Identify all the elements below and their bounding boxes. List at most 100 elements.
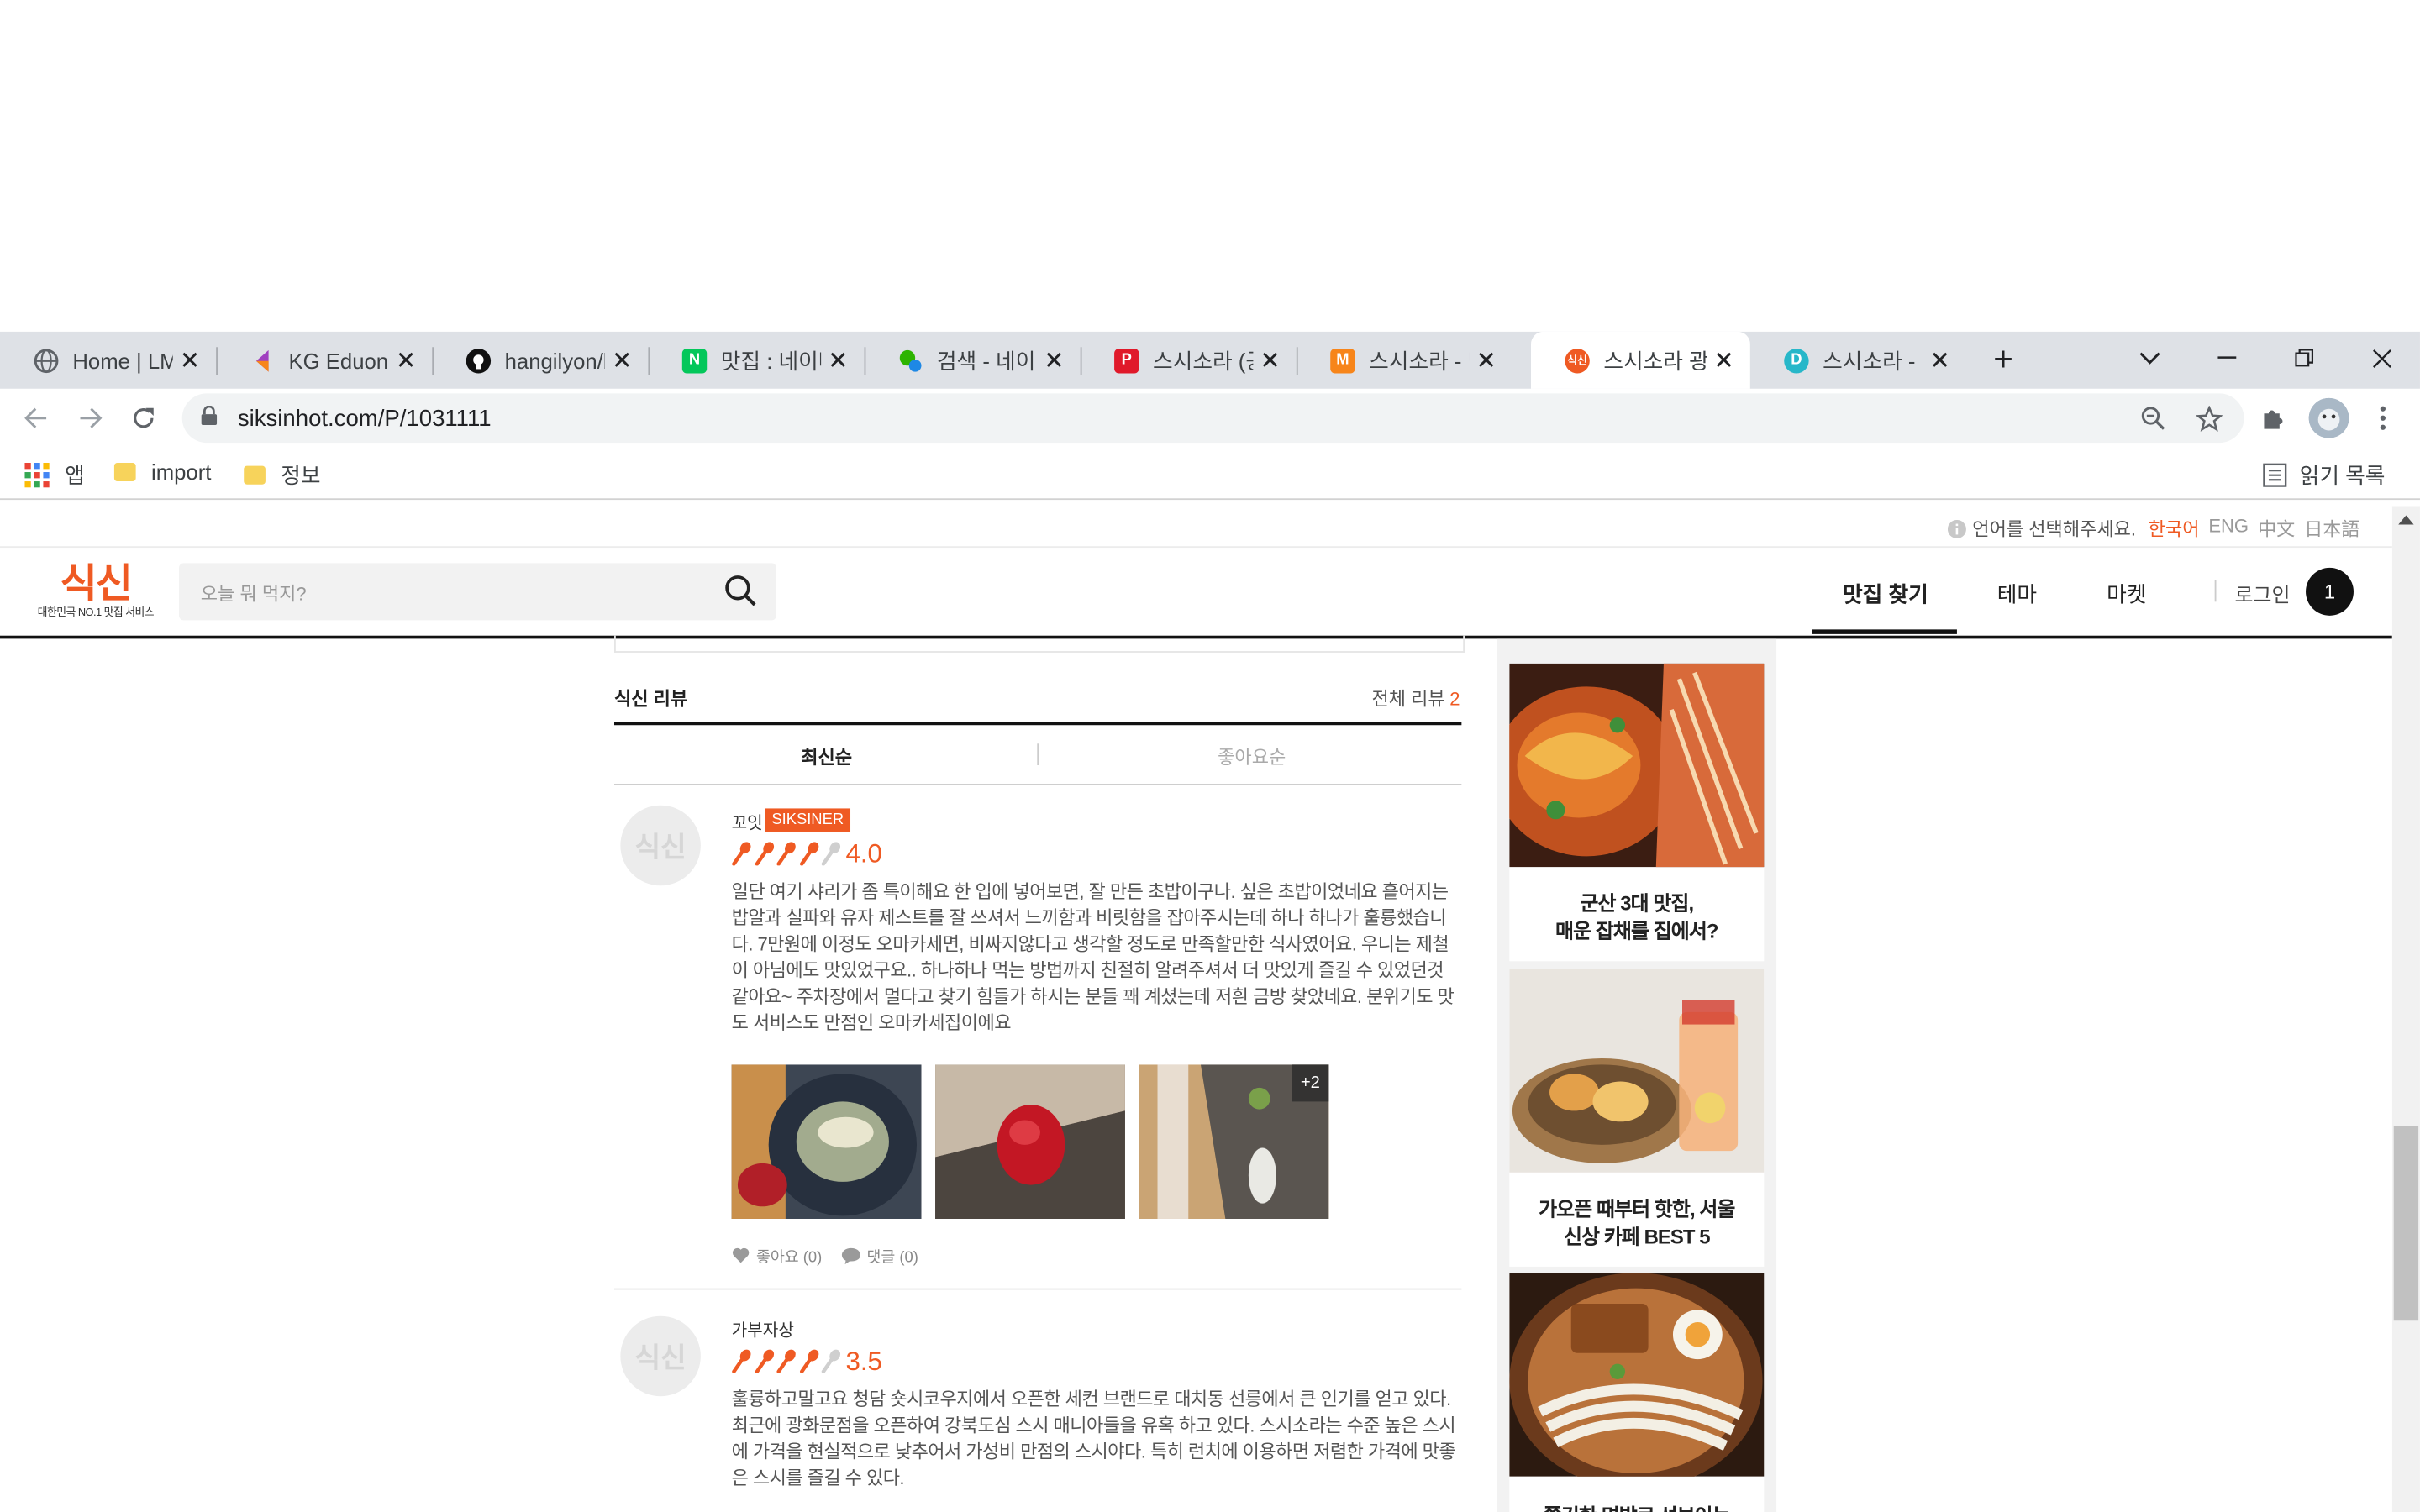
search-input[interactable]: 오늘 뭐 먹지? — [201, 580, 307, 606]
tab-title: 검색 - 네이버 — [936, 348, 1037, 373]
close-tab-icon[interactable]: ✕ — [173, 345, 207, 376]
nav-theme[interactable]: 테마 — [1997, 579, 2037, 610]
naver-icon: N — [681, 348, 708, 373]
close-tab-icon[interactable]: ✕ — [1923, 345, 1957, 376]
back-icon[interactable] — [15, 398, 55, 438]
browser-tab-active[interactable]: 식신 스시소라 광 ✕ — [1531, 331, 1750, 389]
spoon-full-icon — [754, 842, 774, 866]
rating-score: 3.5 — [845, 1347, 882, 1377]
scroll-up-icon[interactable] — [2398, 515, 2414, 525]
reading-list-icon — [2263, 463, 2287, 487]
lang-ko[interactable]: 한국어 — [2149, 515, 2200, 541]
close-window-icon[interactable] — [2346, 332, 2417, 384]
login-link[interactable]: 로그인 — [2235, 579, 2291, 608]
spoon-empty-icon — [821, 842, 841, 866]
reviews-title: 식신 리뷰 — [614, 688, 688, 710]
lang-en[interactable]: ENG — [2208, 515, 2249, 537]
like-button[interactable]: 좋아요 (0) — [732, 1243, 822, 1267]
spoon-full-icon — [732, 1349, 751, 1373]
browser-tab[interactable]: N 맛집 : 네이버 ✕ — [648, 332, 866, 389]
sort-likes-tab[interactable]: 좋아요순 — [1218, 743, 1286, 769]
forward-icon[interactable] — [71, 398, 111, 438]
folder-icon — [244, 465, 266, 485]
close-tab-icon[interactable]: ✕ — [1253, 345, 1286, 376]
browser-toolbar: siksinhot.com/P/1031111 — [0, 388, 2420, 448]
spoon-full-icon — [799, 842, 818, 866]
recommend-card[interactable]: 가오픈 때부터 핫한, 서울 신상 카페 BEST 5 — [1509, 969, 1765, 1267]
search-icon[interactable] — [723, 574, 757, 607]
reading-list[interactable]: 읽기 목록 — [2263, 459, 2385, 491]
zoom-icon[interactable] — [2136, 402, 2170, 435]
globe-icon — [34, 348, 59, 373]
review-photo[interactable] — [731, 1064, 922, 1219]
web-page: 언어를 선택해주세요. 한국어 ENG 中文 日本語 식신 대한민국 NO.1 … — [0, 506, 2392, 1512]
restore-icon[interactable] — [2269, 332, 2339, 384]
close-tab-icon[interactable]: ✕ — [1707, 345, 1740, 376]
browser-tab[interactable]: 검색 - 네이버 ✕ — [865, 332, 1082, 389]
bookmark-info[interactable]: 정보 — [244, 459, 321, 491]
nav-divider — [2214, 580, 2217, 602]
browser-tab[interactable]: Home | LMS ✕ — [0, 332, 218, 389]
scrollbar-thumb[interactable] — [2393, 1126, 2419, 1321]
close-tab-icon[interactable]: ✕ — [1037, 345, 1071, 376]
review-username[interactable]: 가부자상 — [732, 1318, 794, 1342]
language-bar: 언어를 선택해주세요. 한국어 ENG 中文 日本語 — [0, 506, 2392, 549]
bookmark-star-icon[interactable] — [2191, 402, 2225, 435]
search-box[interactable]: 오늘 뭐 먹지? — [179, 563, 776, 621]
review-photo[interactable] — [935, 1064, 1125, 1219]
spoon-full-icon — [732, 842, 751, 866]
tab-title: 스시소라 (공 — [1153, 348, 1253, 373]
review-photo[interactable]: +2 — [1139, 1064, 1329, 1219]
address-bar[interactable]: siksinhot.com/P/1031111 — [182, 393, 2244, 444]
nav-find-restaurants[interactable]: 맛집 찾기 — [1843, 579, 1928, 610]
browser-tab[interactable]: P 스시소라 (공 ✕ — [1081, 332, 1298, 389]
browser-tab[interactable]: D 스시소라 - 디 ✕ — [1750, 332, 1966, 389]
reload-icon[interactable] — [124, 398, 164, 438]
tab-search-icon[interactable] — [2114, 332, 2185, 384]
review-username[interactable]: 꼬잇 — [732, 810, 763, 834]
recommend-card[interactable]: 군산 3대 맛집, 매운 잡채를 집에서? — [1493, 663, 1765, 962]
nav-market[interactable]: 마켓 — [2107, 579, 2146, 610]
avatar[interactable]: 식신 — [620, 805, 701, 886]
minimize-icon[interactable] — [2191, 332, 2262, 384]
spoon-empty-icon — [821, 1349, 841, 1373]
lock-icon — [201, 405, 223, 430]
close-tab-icon[interactable]: ✕ — [605, 345, 639, 376]
close-tab-icon[interactable]: ✕ — [389, 345, 423, 376]
recommend-rail: 군산 3대 맛집, 매운 잡채를 집에서? 가오픈 때부터 핫한, 서울 신상 … — [1493, 638, 1777, 1512]
page-scrollbar[interactable] — [2391, 506, 2420, 1512]
review-text: 일단 여기 샤리가 좀 특이해요 한 입에 넣어보면, 잘 만든 초밥이구나. … — [731, 880, 1455, 1034]
tab-title: KG Eduone — [288, 348, 389, 373]
extensions-icon[interactable] — [2256, 402, 2290, 435]
bookmark-import[interactable]: import — [113, 459, 211, 485]
cart-badge[interactable]: 1 — [2306, 567, 2354, 616]
browser-tab[interactable]: KG Eduone ✕ — [216, 332, 434, 389]
close-tab-icon[interactable]: ✕ — [1470, 345, 1503, 376]
browser-tab[interactable]: M 스시소라 - 망 ✕ — [1297, 332, 1512, 389]
more-photos-badge[interactable]: +2 — [1292, 1064, 1329, 1102]
lang-ja[interactable]: 日本語 — [2304, 515, 2360, 541]
browser-tab[interactable]: hangilyon/b ✕ — [432, 332, 650, 389]
reviews-total[interactable]: 전체 리뷰 2 — [1371, 685, 1460, 711]
sort-latest-tab[interactable]: 최신순 — [801, 743, 852, 769]
profile-avatar[interactable] — [2308, 397, 2349, 438]
recommend-card[interactable]: 쫄깃한 면발로 선보이는 — [1509, 1273, 1765, 1512]
siksin-logo[interactable]: 식신 대한민국 NO.1 맛집 서비스 — [34, 562, 157, 627]
folder-icon — [113, 463, 136, 482]
site-header: 식신 대한민국 NO.1 맛집 서비스 오늘 뭐 먹지? 맛집 찾기 테마 마켓… — [0, 546, 2392, 639]
sort-divider — [1037, 743, 1039, 766]
spoon-full-icon — [776, 842, 796, 866]
bookmark-apps[interactable]: 앱 — [24, 459, 85, 491]
new-tab-icon[interactable]: + — [1985, 342, 2022, 378]
m-icon: M — [1330, 348, 1355, 373]
info-icon — [1947, 519, 1966, 538]
avatar[interactable]: 식신 — [620, 1315, 701, 1397]
comment-button[interactable]: 댓글 (0) — [840, 1243, 918, 1267]
content-box-edge — [614, 635, 1465, 653]
spoon-full-icon — [754, 1349, 774, 1373]
lang-zh[interactable]: 中文 — [2258, 515, 2295, 541]
card-image — [1493, 663, 1765, 868]
menu-kebab-icon[interactable] — [2366, 402, 2400, 435]
close-tab-icon[interactable]: ✕ — [821, 345, 855, 376]
tab-title: 스시소라 - 망 — [1369, 348, 1469, 373]
